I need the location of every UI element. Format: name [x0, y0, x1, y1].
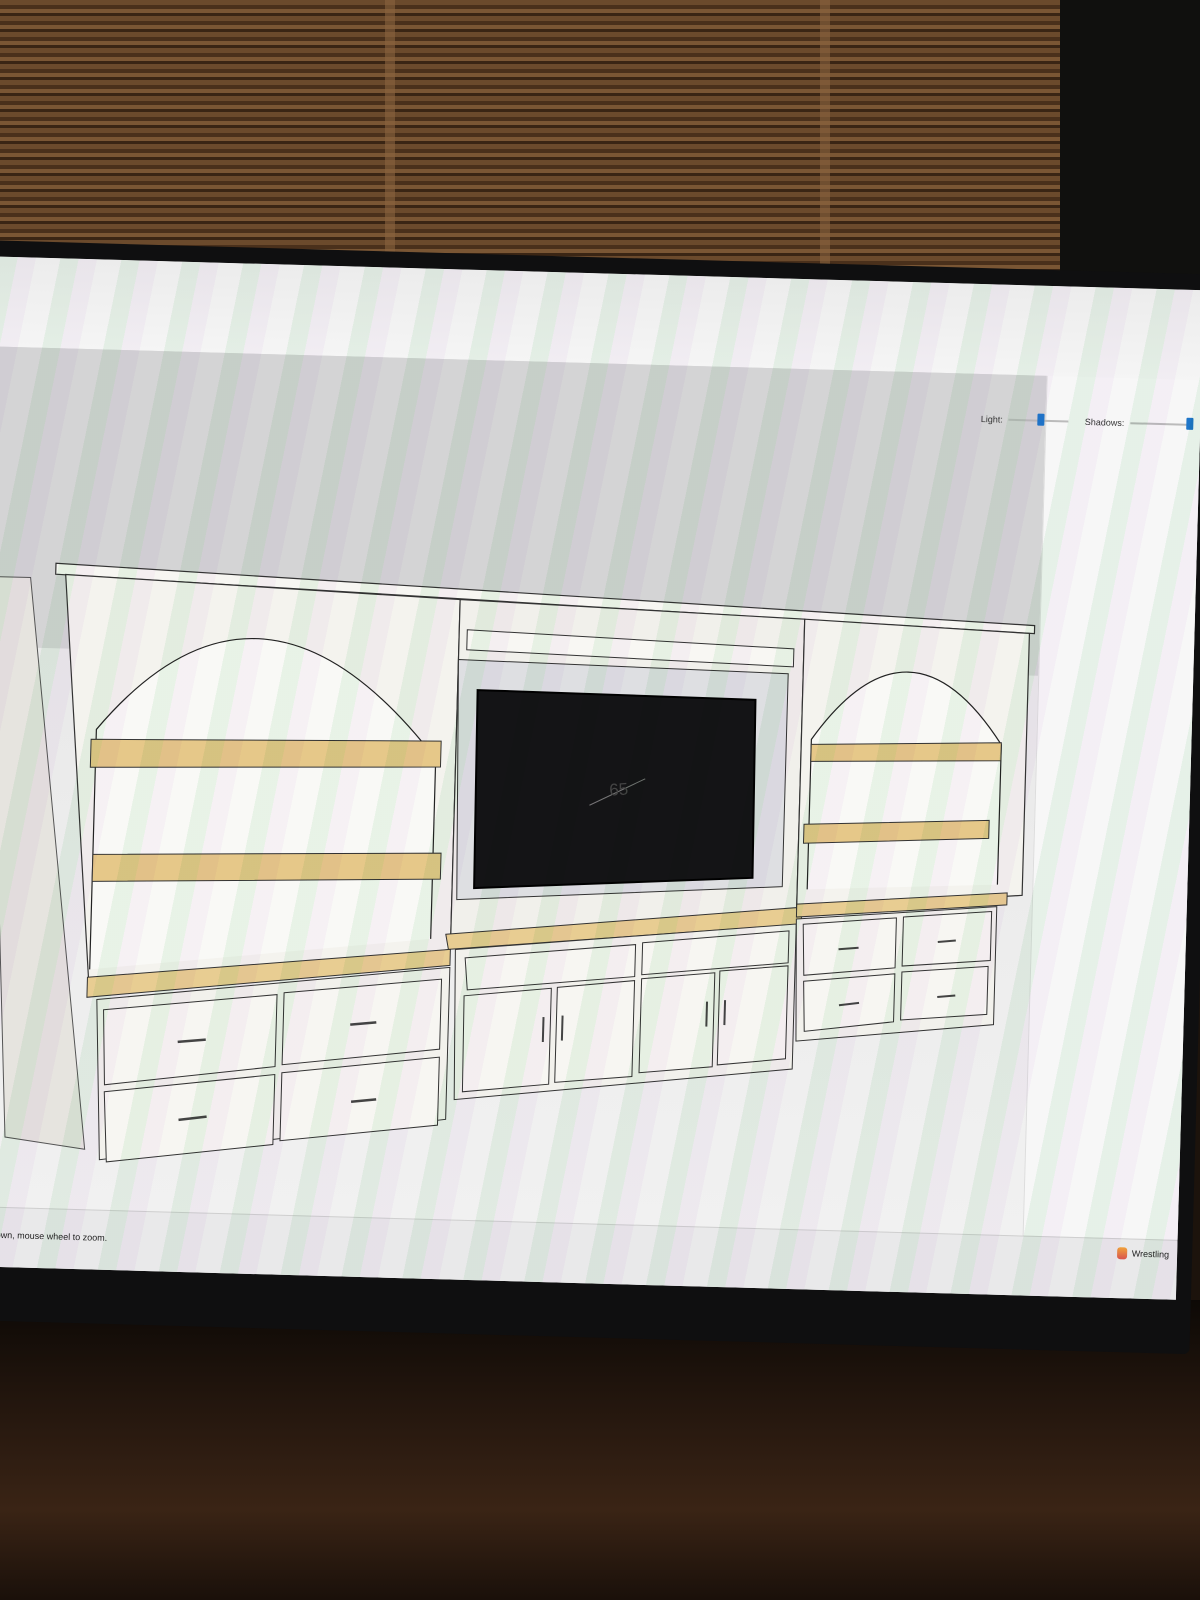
app-icon	[1116, 1247, 1127, 1260]
left-bookcase	[65, 573, 461, 1163]
taskbar-app[interactable]: Wrestling	[1116, 1247, 1170, 1260]
slider-thumb-icon[interactable]	[1186, 417, 1194, 430]
tv-dimension-label: 65	[609, 779, 629, 799]
light-label: Light:	[980, 414, 1003, 425]
sketchup-screen: 65 Light: Shadows: down, mouse wheel to …	[0, 256, 1200, 1300]
right-panel	[1022, 375, 1200, 1240]
center-media-unit: 65	[445, 598, 806, 1101]
shadows-label: Shadows:	[1084, 416, 1125, 429]
shadows-slider[interactable]	[1130, 417, 1194, 430]
light-slider[interactable]	[1008, 413, 1069, 426]
right-bookcase	[795, 618, 1031, 1042]
cabinet-model: 65	[0, 562, 1036, 1163]
monitor: 65 Light: Shadows: down, mouse wheel to …	[0, 240, 1200, 1355]
taskbar-app-label: Wrestling	[1131, 1248, 1170, 1260]
slider-thumb-icon[interactable]	[1037, 413, 1046, 426]
status-hint: nd down, mouse wheel to zoom.	[0, 1229, 108, 1243]
3d-viewport[interactable]: 65	[0, 346, 1047, 1236]
